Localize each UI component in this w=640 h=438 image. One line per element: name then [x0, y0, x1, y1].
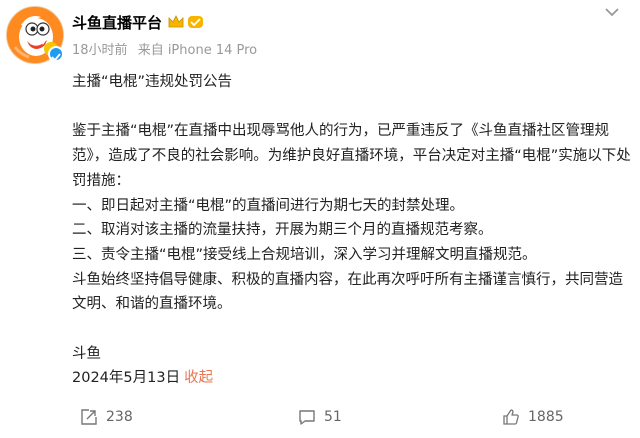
comment-button[interactable]: 51 — [298, 408, 342, 426]
collapse-link[interactable]: 收起 — [184, 370, 213, 386]
repost-count: 238 — [106, 409, 133, 425]
post-item-3: 三、责令主播“电棍”接受线上合规培训，深入学习并理解文明直播规范。 — [72, 246, 537, 263]
post-content: 主播“电棍”违规处罚公告 鉴于主播“电棍”在直播中出现辱骂他人的行为，已严重违反… — [72, 70, 632, 391]
post-date: 2024年5月13日 — [72, 370, 181, 387]
more-options-icon[interactable] — [598, 4, 626, 20]
post-title: 主播“电棍”违规处罚公告 — [72, 74, 233, 90]
post-item-1: 一、即日起对主播“电棍”的直播间进行为期七天的封禁处理。 — [72, 197, 465, 214]
repost-button[interactable]: 238 — [80, 408, 133, 426]
action-bar: 238 51 1885 — [0, 398, 640, 438]
post-source: 来自 iPhone 14 Pro — [137, 43, 258, 58]
comment-count: 51 — [324, 409, 342, 425]
verified-badge-icon — [48, 46, 64, 62]
vip-crown-icon[interactable] — [167, 13, 207, 31]
post-paragraph-2: 斗鱼始终坚持倡导健康、积极的直播内容，在此再次呼吁所有主播谨言慎行，共同营造文明… — [72, 271, 623, 313]
post-time[interactable]: 18小时前 — [72, 43, 128, 58]
post-header: 斗鱼直播平台 18小时前 来自 iPhone 14 Pro — [0, 0, 640, 70]
post-paragraph-1: 鉴于主播“电棍”在直播中出现辱骂他人的行为，已严重违反了《斗鱼直播社区管理规范》… — [72, 123, 631, 189]
post-date-line: 2024年5月13日 收起 — [72, 366, 632, 391]
post-item-2: 二、取消对该主播的流量扶持，开展为期三个月的直播规范考察。 — [72, 222, 493, 239]
like-button[interactable]: 1885 — [502, 408, 564, 426]
like-count: 1885 — [528, 409, 564, 425]
post-signature: 斗鱼 — [72, 345, 101, 362]
thumbs-up-icon — [503, 409, 519, 425]
comment-icon — [299, 410, 315, 425]
account-name[interactable]: 斗鱼直播平台 — [72, 12, 162, 33]
avatar[interactable] — [6, 6, 64, 64]
post-meta: 18小时前 来自 iPhone 14 Pro — [72, 39, 263, 58]
repost-icon — [81, 409, 97, 425]
